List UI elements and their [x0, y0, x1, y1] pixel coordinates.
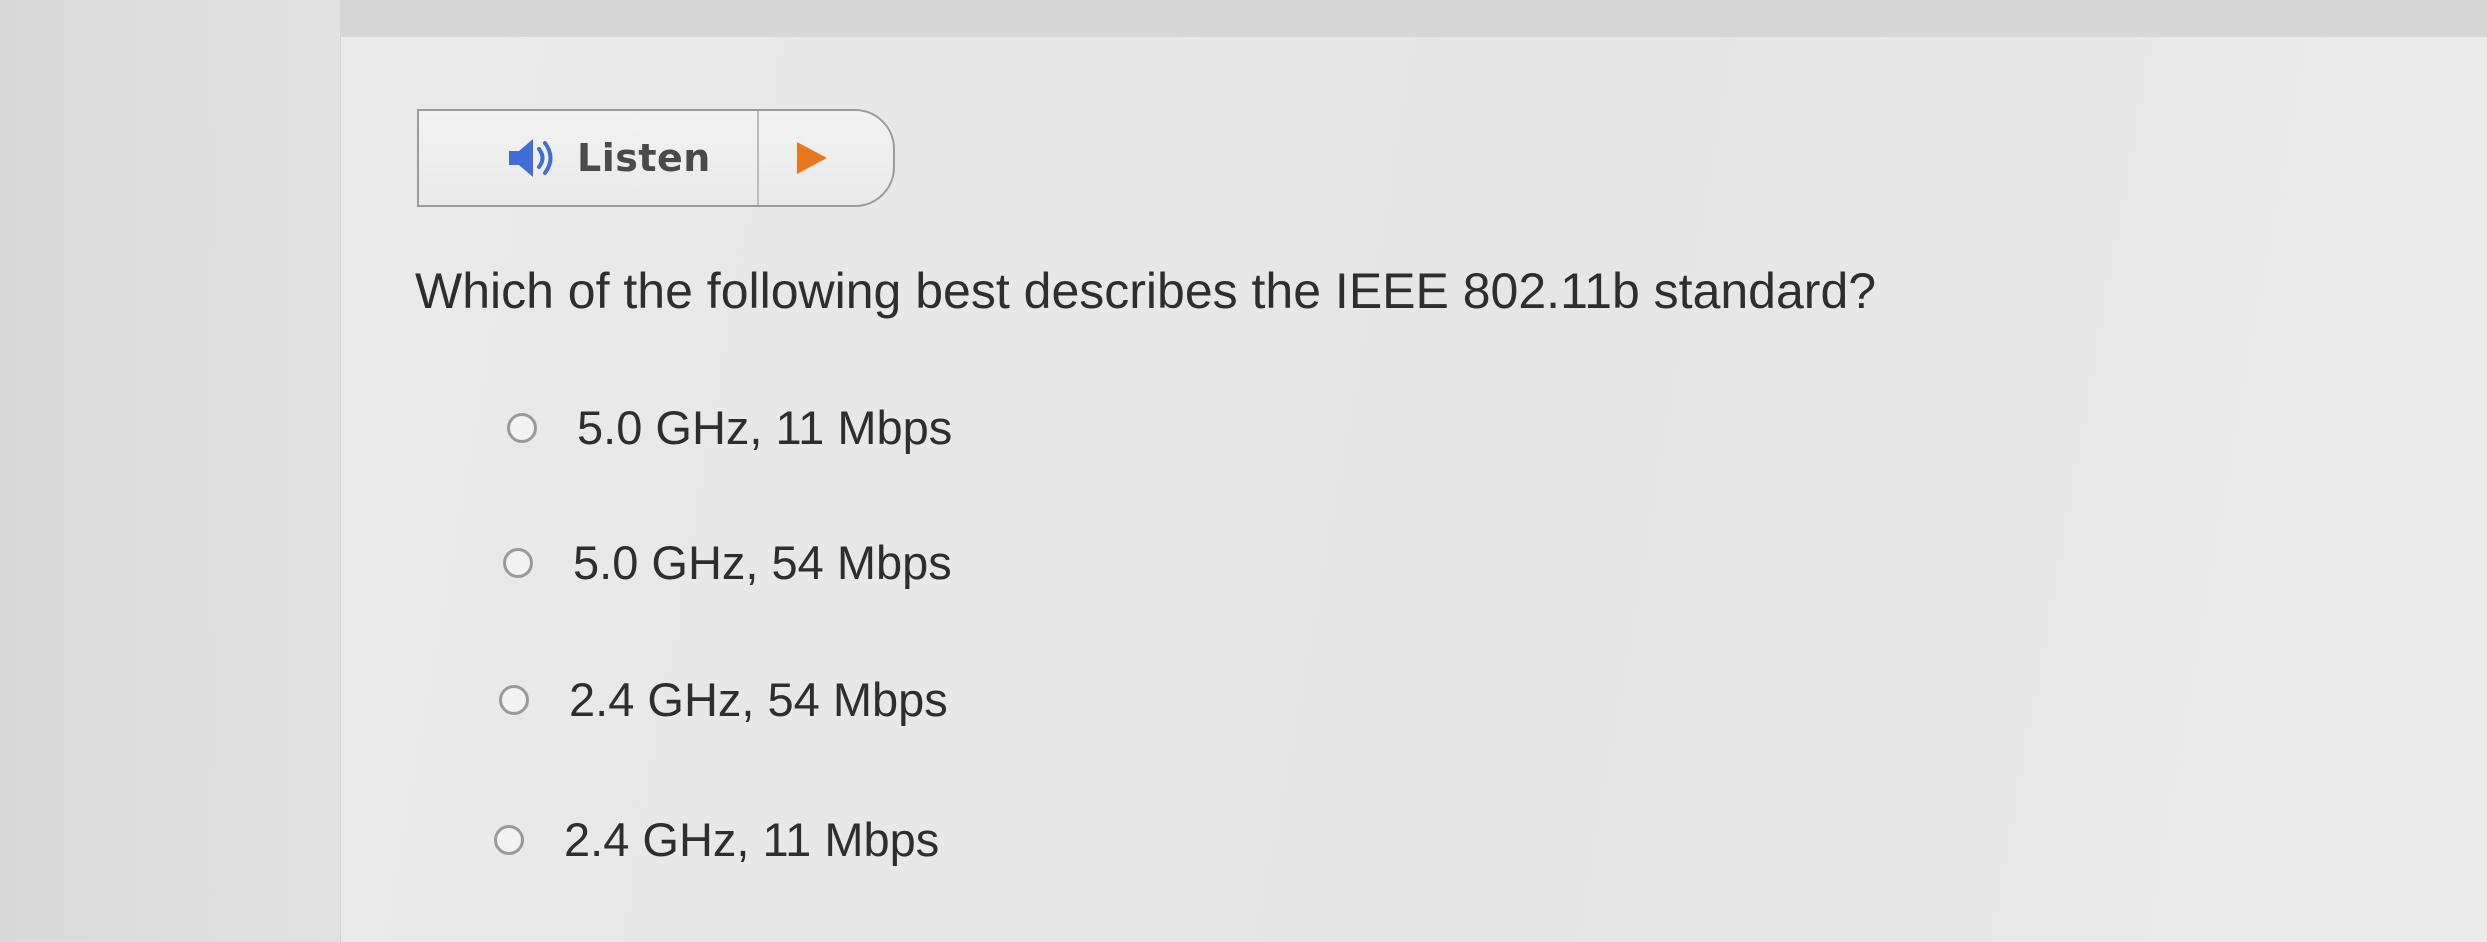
listen-widget: Listen	[417, 109, 895, 207]
radio-button[interactable]	[507, 412, 537, 443]
radio-button[interactable]	[494, 824, 524, 855]
radio-button[interactable]	[499, 684, 529, 715]
answer-option-label: 2.4 GHz, 54 Mbps	[569, 673, 948, 726]
listen-label: Listen	[577, 136, 711, 180]
question-text: Which of the following best describes th…	[415, 263, 1877, 319]
radio-button[interactable]	[503, 547, 533, 578]
answer-option-label: 5.0 GHz, 11 Mbps	[577, 401, 953, 454]
answer-option[interactable]: 2.4 GHz, 11 Mbps	[494, 812, 939, 867]
answer-option[interactable]: 5.0 GHz, 54 Mbps	[503, 535, 952, 590]
top-strip	[0, 0, 2487, 36]
left-margin	[0, 0, 340, 941]
answer-option[interactable]: 2.4 GHz, 54 Mbps	[499, 672, 948, 727]
answer-option-label: 5.0 GHz, 54 Mbps	[573, 536, 952, 589]
play-icon	[791, 138, 831, 178]
answer-option[interactable]: 5.0 GHz, 11 Mbps	[507, 400, 952, 455]
play-button[interactable]	[759, 111, 893, 205]
listen-button[interactable]: Listen	[419, 111, 759, 205]
speaker-icon	[507, 136, 563, 180]
answer-option-label: 2.4 GHz, 11 Mbps	[564, 813, 940, 866]
